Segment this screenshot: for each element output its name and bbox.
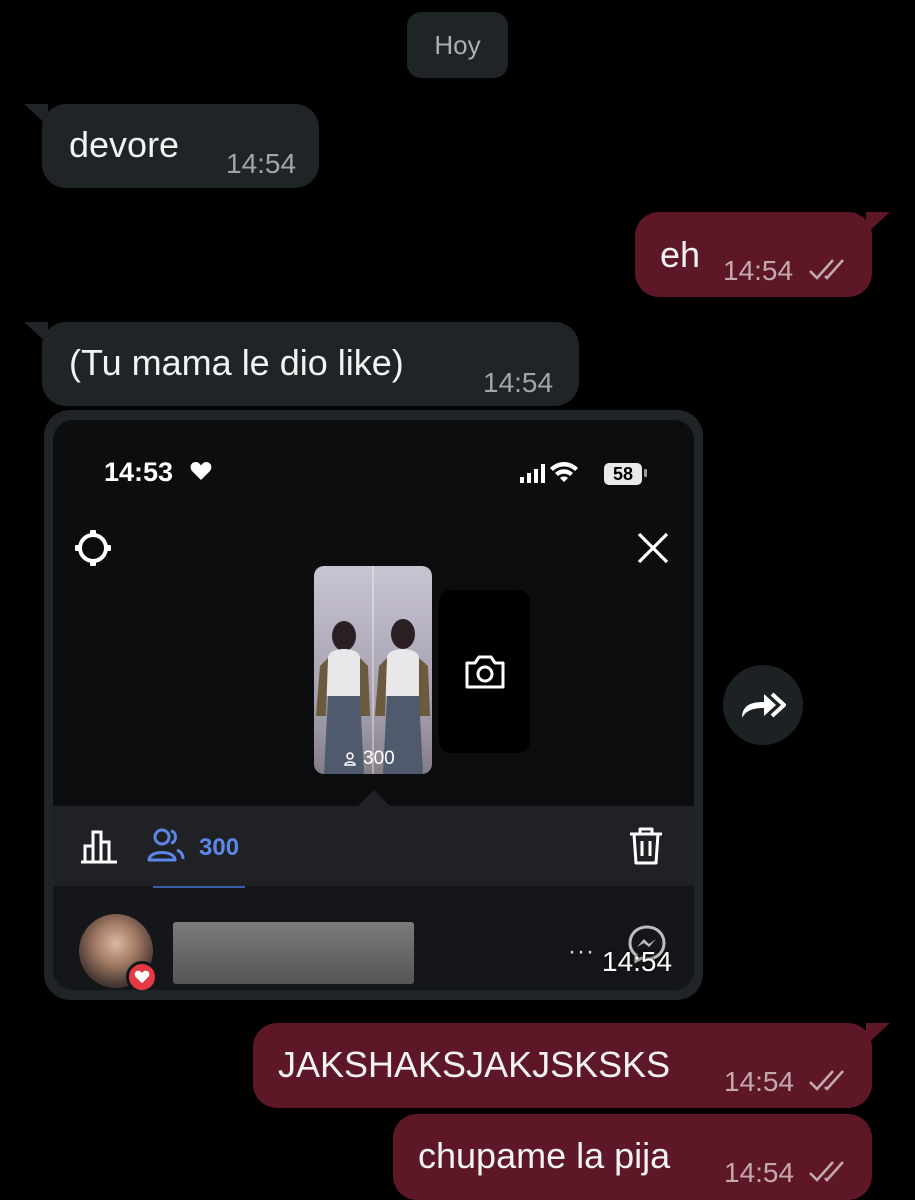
like-badge	[126, 961, 158, 990]
story-screenshot-image[interactable]: 14:53 58 300 300 ···	[53, 420, 694, 990]
message-text: JAKSHAKSJAKJSKSKS	[278, 1044, 671, 1085]
double-check-icon	[809, 1161, 844, 1182]
date-separator: Hoy	[407, 12, 508, 78]
forward-arrows-icon	[742, 692, 786, 718]
heart-icon	[190, 462, 212, 480]
redacted-username	[173, 922, 414, 984]
message-time: 14:54	[724, 1066, 795, 1097]
message-bubble-incoming[interactable]: (Tu mama le dio like) 14:54	[42, 322, 579, 406]
story-stats-bar: 300	[53, 806, 694, 886]
message-text: eh	[660, 234, 701, 275]
message-time: 14:54	[724, 1157, 795, 1188]
double-check-icon	[809, 259, 844, 280]
message-time: 14:54	[723, 255, 794, 286]
add-story-button[interactable]	[439, 590, 530, 753]
double-check-icon	[809, 1070, 844, 1091]
message-time: 14:54	[483, 367, 554, 398]
message-text: devore	[69, 124, 180, 165]
message-time: 14:54	[226, 148, 297, 179]
camera-icon	[465, 655, 504, 688]
message-time: 14:54	[602, 946, 673, 977]
bar-chart-icon[interactable]	[79, 828, 119, 864]
story-figures-image	[316, 619, 430, 774]
message-bubble-outgoing[interactable]: JAKSHAKSJAKJSKSKS 14:54	[253, 1023, 872, 1108]
battery-level: 58	[604, 463, 642, 485]
story-thumbnail[interactable]: 300	[314, 566, 432, 774]
story-viewer-count-value: 300	[363, 748, 395, 769]
status-bar-time: 14:53	[104, 457, 174, 487]
person-icon	[344, 752, 356, 766]
more-options-icon[interactable]: ···	[568, 938, 595, 966]
date-separator-label: Hoy	[434, 29, 481, 60]
message-bubble-incoming[interactable]: devore 14:54	[42, 104, 319, 188]
message-bubble-outgoing[interactable]: chupame la pija 14:54	[393, 1114, 872, 1200]
story-viewer-count: 300	[344, 748, 395, 770]
message-text: (Tu mama le dio like)	[69, 342, 404, 383]
settings-gear-icon[interactable]	[73, 528, 113, 568]
heart-icon	[134, 970, 150, 984]
close-icon[interactable]	[631, 526, 675, 570]
forward-button[interactable]	[723, 665, 803, 745]
viewers-icon[interactable]	[147, 826, 185, 864]
viewers-count[interactable]: 300	[199, 834, 239, 862]
trash-icon[interactable]	[628, 826, 664, 866]
viewer-list-item[interactable]: ···	[53, 886, 694, 990]
message-bubble-outgoing[interactable]: eh 14:54	[635, 212, 872, 297]
message-text: chupame la pija	[418, 1135, 671, 1176]
media-message[interactable]: 14:53 58 300 300 ··· 14:54	[44, 410, 703, 1000]
